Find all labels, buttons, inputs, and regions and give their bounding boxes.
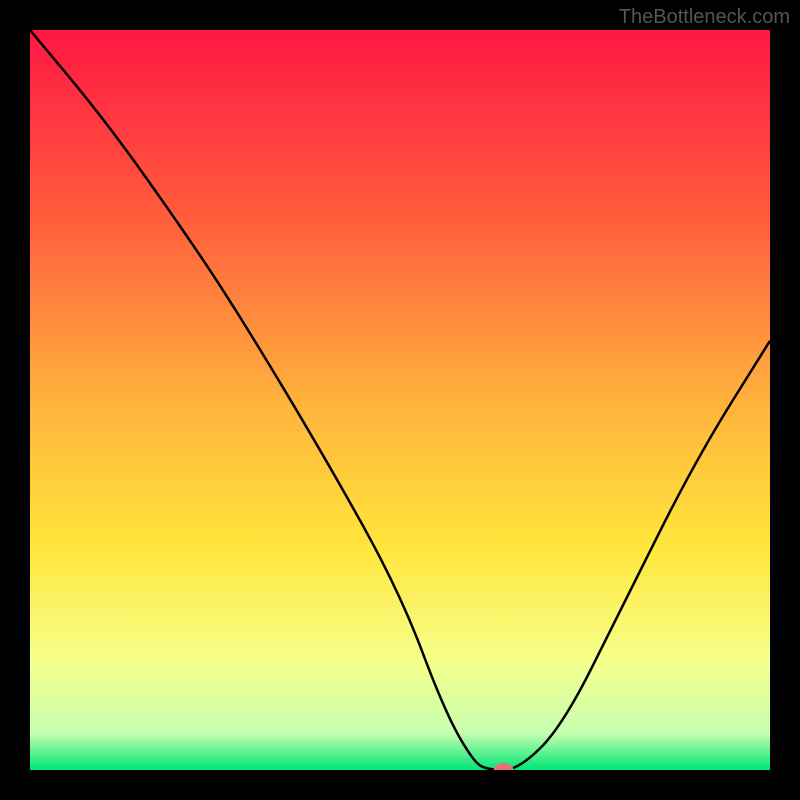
chart-area [30, 30, 770, 770]
bottleneck-chart [30, 30, 770, 770]
watermark-text: TheBottleneck.com [619, 6, 790, 29]
gradient-background [30, 30, 770, 770]
